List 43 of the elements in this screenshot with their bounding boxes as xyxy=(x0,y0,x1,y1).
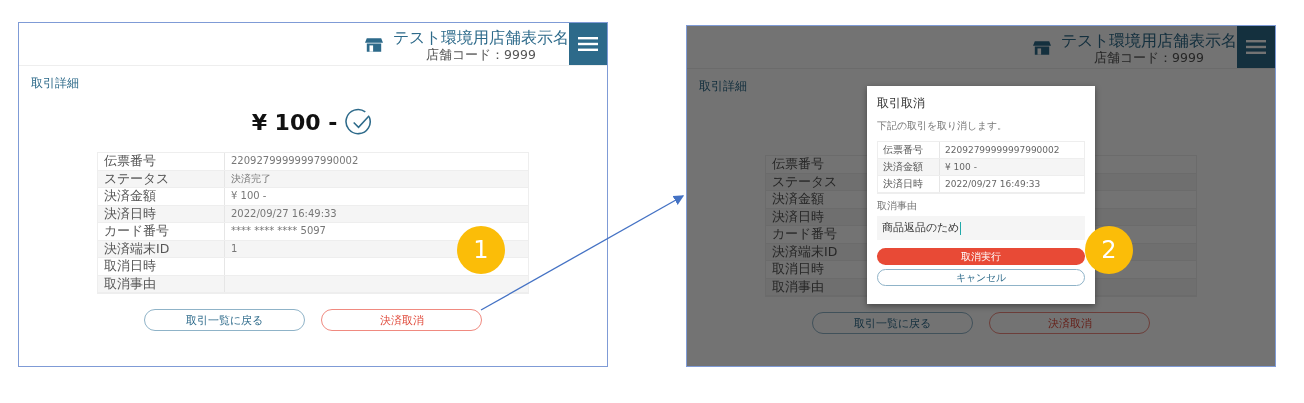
reason-field[interactable]: 商品返品のため xyxy=(877,216,1085,240)
detail-value: 22092799999997990002 xyxy=(945,145,1060,155)
detail-label: 決済日時 xyxy=(98,205,225,222)
detail-value: 1 xyxy=(231,242,238,254)
detail-label: 決済日時 xyxy=(878,176,940,192)
menu-icon xyxy=(1246,40,1266,54)
detail-label: 取消日時 xyxy=(98,258,225,275)
cancel-button[interactable]: キャンセル xyxy=(877,269,1085,286)
store-icon xyxy=(1033,39,1051,55)
detail-value: 22092799999997990002 xyxy=(231,155,359,166)
detail-value: 2022/09/27 16:49:33 xyxy=(945,179,1041,189)
detail-label: 伝票番号 xyxy=(98,153,225,170)
execute-cancel-button[interactable]: 取消実行 xyxy=(877,248,1085,265)
page-title: 取引詳細 xyxy=(31,75,80,92)
dialog-message: 下記の取引を取り消します。 xyxy=(877,119,1008,133)
dialog-title: 取引取消 xyxy=(877,96,926,111)
menu-icon xyxy=(578,37,598,51)
store-code: 店舗コード：9999 xyxy=(1094,50,1204,64)
store-name: テスト環境用店舗表示名 xyxy=(393,27,569,48)
detail-value: **** **** **** 5097 xyxy=(231,225,326,236)
detail-value: 2022/09/27 16:49:33 xyxy=(231,207,337,219)
text-cursor-icon xyxy=(960,221,961,235)
store-icon xyxy=(365,36,383,52)
store-code: 店舗コード：9999 xyxy=(426,47,536,61)
detail-label: 取消事由 xyxy=(98,275,225,292)
detail-label: 決済端末ID xyxy=(98,240,225,257)
detail-value: ¥ 100 - xyxy=(945,162,977,172)
page-title: 取引詳細 xyxy=(699,78,748,95)
detail-value: ¥ 100 - xyxy=(231,190,267,201)
detail-value: 決済完了 xyxy=(231,172,271,184)
detail-label: 決済金額 xyxy=(878,159,940,175)
cancel-payment-button[interactable]: 決済取消 xyxy=(989,312,1150,334)
menu-button[interactable] xyxy=(569,23,607,65)
amount-text: ¥ 100 - xyxy=(251,109,338,135)
detail-label: 伝票番号 xyxy=(878,142,940,158)
back-button[interactable]: 取引一覧に戻る xyxy=(812,312,973,334)
store-name: テスト環境用店舗表示名 xyxy=(1061,30,1237,51)
cancel-payment-button[interactable]: 決済取消 xyxy=(321,309,482,331)
detail-label: カード番号 xyxy=(98,223,225,240)
menu-button[interactable] xyxy=(1237,26,1275,68)
back-button[interactable]: 取引一覧に戻る xyxy=(144,309,305,331)
detail-label: ステータス xyxy=(98,170,225,187)
detail-label: 決済金額 xyxy=(98,188,225,205)
